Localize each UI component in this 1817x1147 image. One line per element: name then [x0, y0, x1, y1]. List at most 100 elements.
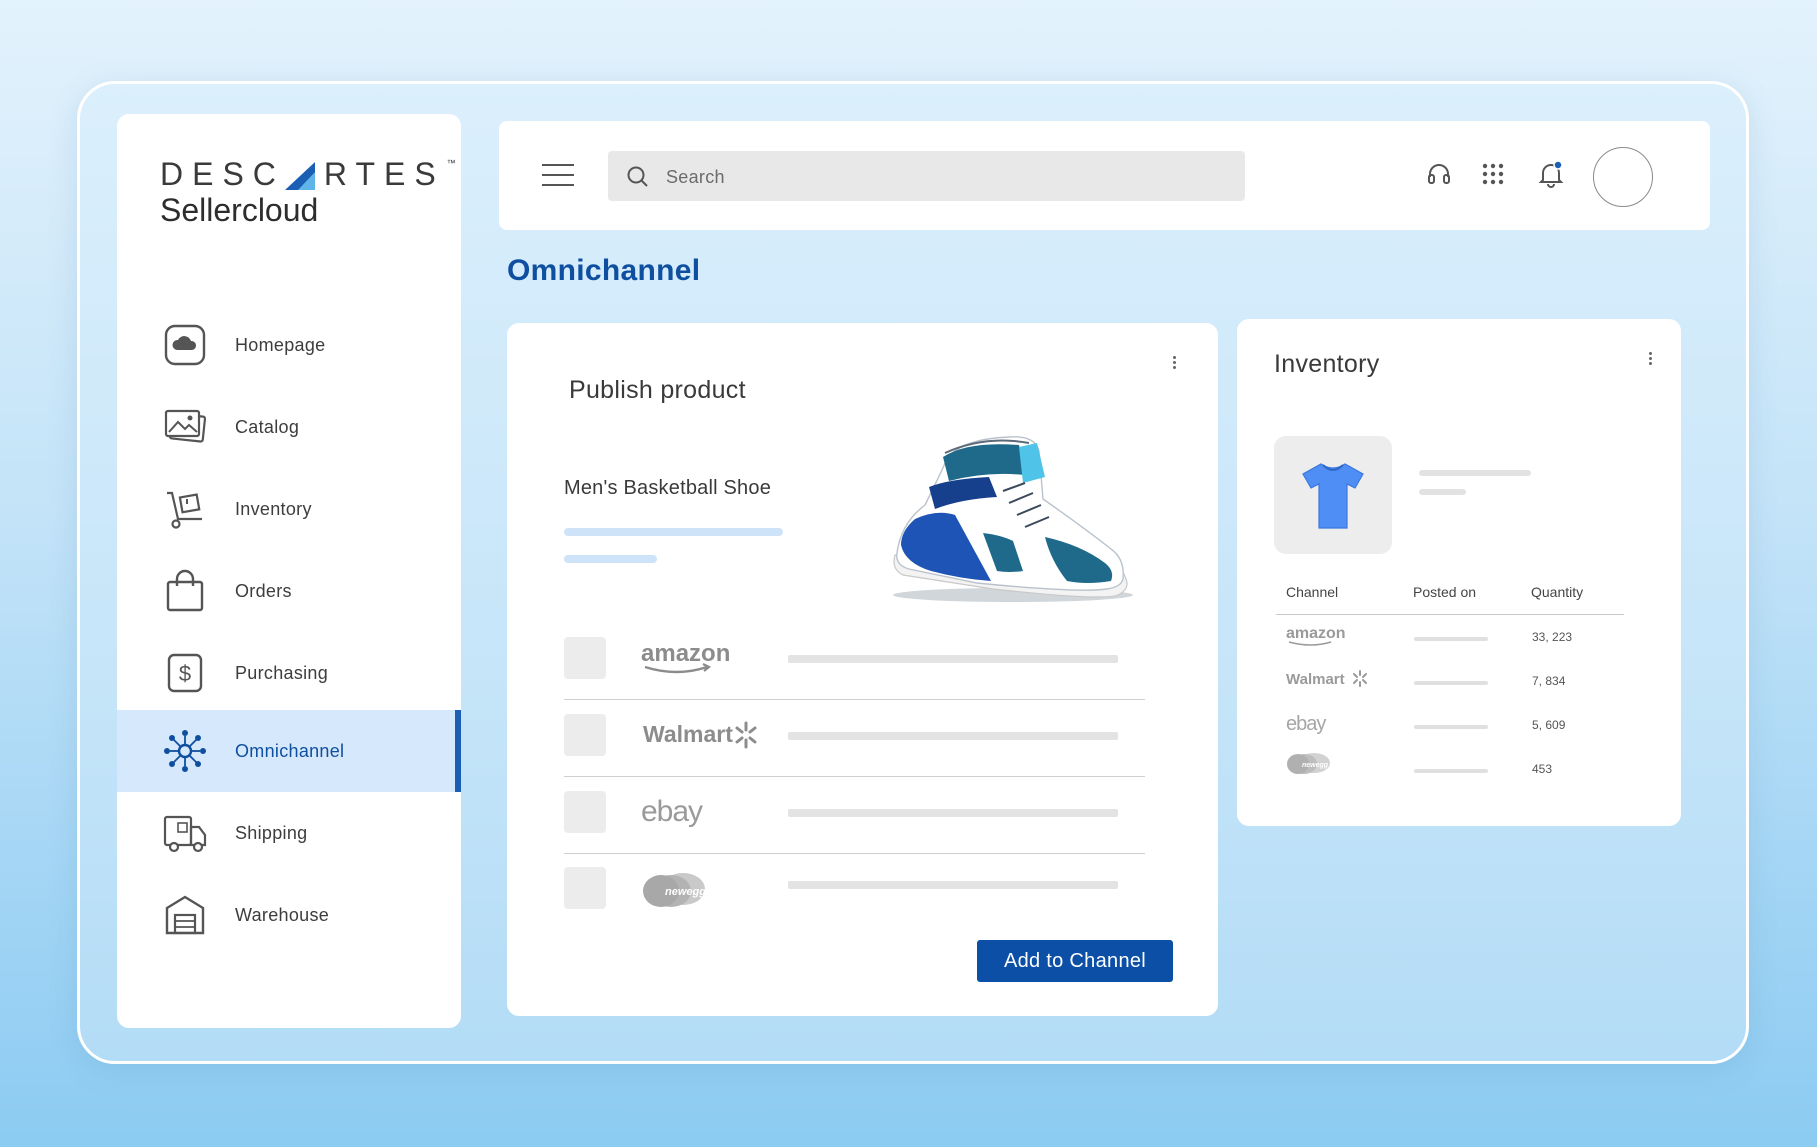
- column-header-channel: Channel: [1286, 584, 1339, 600]
- sidebar-item-homepage[interactable]: Homepage: [117, 304, 461, 386]
- posted-on-placeholder: [1414, 637, 1488, 641]
- placeholder-line: [788, 881, 1118, 889]
- avatar[interactable]: [1593, 147, 1653, 207]
- trademark: ™: [446, 158, 456, 168]
- posted-on-placeholder: [1414, 769, 1488, 773]
- product-thumbnail: [1274, 436, 1392, 554]
- walmart-logo: Walmart: [1286, 667, 1370, 696]
- search-box[interactable]: [608, 151, 1245, 203]
- quantity-value: 453: [1532, 762, 1553, 776]
- svg-text:newegg: newegg: [1302, 762, 1329, 769]
- shopping-bag-icon: [161, 567, 209, 615]
- sidebar-item-purchasing[interactable]: $ Purchasing: [117, 632, 461, 714]
- channel-checkbox[interactable]: [564, 714, 606, 756]
- logo-part-1: DESC: [160, 156, 285, 192]
- amazon-logo: amazon: [1286, 623, 1348, 652]
- search-icon: [627, 166, 648, 187]
- placeholder-line: [564, 528, 783, 536]
- quantity-value: 5, 609: [1532, 718, 1566, 732]
- truck-icon: [161, 809, 209, 857]
- sidebar-item-label: Homepage: [235, 334, 326, 355]
- apps-grid-icon[interactable]: [1476, 157, 1510, 191]
- sidebar-item-label: Omnichannel: [235, 740, 345, 761]
- posted-on-placeholder: [1414, 681, 1488, 685]
- table-row: amazon 33, 223: [1276, 615, 1624, 659]
- headset-icon[interactable]: [1422, 157, 1456, 191]
- sidebar-item-label: Inventory: [235, 498, 312, 519]
- posted-on-placeholder: [1414, 725, 1488, 729]
- product-name: Men's Basketball Shoe: [564, 477, 772, 499]
- inventory-card-title: Inventory: [1274, 350, 1380, 378]
- quantity-value: 7, 834: [1532, 674, 1566, 688]
- sidebar-item-orders[interactable]: Orders: [117, 550, 461, 632]
- svg-text:$: $: [179, 661, 191, 686]
- channel-row: newegg: [564, 853, 1145, 929]
- sidebar-item-inventory[interactable]: Inventory: [117, 468, 461, 550]
- logo-subtitle: Sellercloud: [160, 192, 319, 228]
- warehouse-icon: [161, 891, 209, 939]
- page-title: Omnichannel: [507, 254, 701, 287]
- images-icon: [161, 403, 209, 451]
- channel-checkbox[interactable]: [564, 637, 606, 679]
- logo-wordmark: DESC RTES ™: [160, 158, 456, 190]
- more-options-icon[interactable]: [1640, 352, 1660, 372]
- quantity-value: 33, 223: [1532, 630, 1573, 644]
- sidebar: DESC RTES ™ Sellercloud Homepage Catalog: [117, 114, 461, 1028]
- network-icon: [161, 727, 209, 775]
- sidebar-item-label: Warehouse: [235, 904, 330, 925]
- placeholder-line: [788, 809, 1118, 817]
- placeholder-line: [788, 655, 1118, 663]
- table-row: Walmart 7, 834: [1276, 659, 1624, 703]
- dollar-icon: $: [161, 649, 209, 697]
- add-to-channel-button[interactable]: Add to Channel: [977, 940, 1173, 982]
- newegg-logo: newegg: [1286, 751, 1336, 780]
- svg-text:ebay: ebay: [1286, 713, 1326, 735]
- inventory-table: Channel Posted on Quantity amazon 33, 22…: [1276, 584, 1624, 791]
- brand-logo[interactable]: DESC RTES ™ Sellercloud: [160, 158, 456, 229]
- sidebar-item-catalog[interactable]: Catalog: [117, 386, 461, 468]
- placeholder-line: [788, 732, 1118, 740]
- channel-row: amazon: [564, 623, 1145, 700]
- cloud-icon: [161, 321, 209, 369]
- hand-truck-icon: [161, 485, 209, 533]
- sidebar-item-omnichannel[interactable]: Omnichannel: [117, 710, 461, 792]
- sidebar-item-label: Shipping: [235, 822, 308, 843]
- inventory-card: Inventory Channel Posted on Quantity ama…: [1237, 319, 1681, 826]
- column-header-posted-on: Posted on: [1413, 584, 1477, 600]
- channel-checkbox[interactable]: [564, 867, 606, 909]
- newegg-logo: newegg: [641, 871, 713, 911]
- top-bar: [499, 121, 1710, 230]
- svg-text:Walmart: Walmart: [643, 721, 733, 747]
- column-header-quantity: Quantity: [1531, 584, 1584, 600]
- channel-row: Walmart: [564, 700, 1145, 777]
- placeholder-line: [564, 555, 657, 563]
- ebay-logo: ebay: [641, 791, 721, 831]
- amazon-logo: amazon: [639, 637, 729, 677]
- svg-text:ebay: ebay: [641, 795, 703, 828]
- search-input[interactable]: [664, 151, 1228, 203]
- sidebar-item-shipping[interactable]: Shipping: [117, 792, 461, 874]
- publish-product-card: Publish product Men's Basketball Shoe am…: [507, 323, 1218, 1016]
- placeholder-line: [1419, 470, 1531, 476]
- channel-checkbox[interactable]: [564, 791, 606, 833]
- svg-text:amazon: amazon: [641, 640, 729, 667]
- svg-text:amazon: amazon: [1286, 625, 1346, 642]
- sidebar-item-warehouse[interactable]: Warehouse: [117, 874, 461, 956]
- product-image: [893, 436, 1133, 602]
- sidebar-item-label: Catalog: [235, 416, 300, 437]
- table-row: ebay 5, 609: [1276, 703, 1624, 747]
- table-row: newegg 453: [1276, 747, 1624, 791]
- table-header: Channel Posted on Quantity: [1276, 584, 1624, 615]
- sidebar-item-label: Orders: [235, 580, 292, 601]
- logo-triangle-icon: [284, 162, 315, 190]
- publish-card-title: Publish product: [569, 376, 746, 404]
- logo-part-2: RTES: [323, 156, 445, 192]
- svg-text:newegg: newegg: [665, 886, 706, 898]
- menu-icon[interactable]: [542, 164, 574, 188]
- more-options-icon[interactable]: [1164, 356, 1184, 376]
- walmart-logo: Walmart: [643, 714, 763, 754]
- ebay-logo: ebay: [1286, 711, 1346, 740]
- sidebar-item-label: Purchasing: [235, 662, 329, 683]
- bell-icon[interactable]: [1534, 157, 1568, 191]
- placeholder-line: [1419, 489, 1466, 495]
